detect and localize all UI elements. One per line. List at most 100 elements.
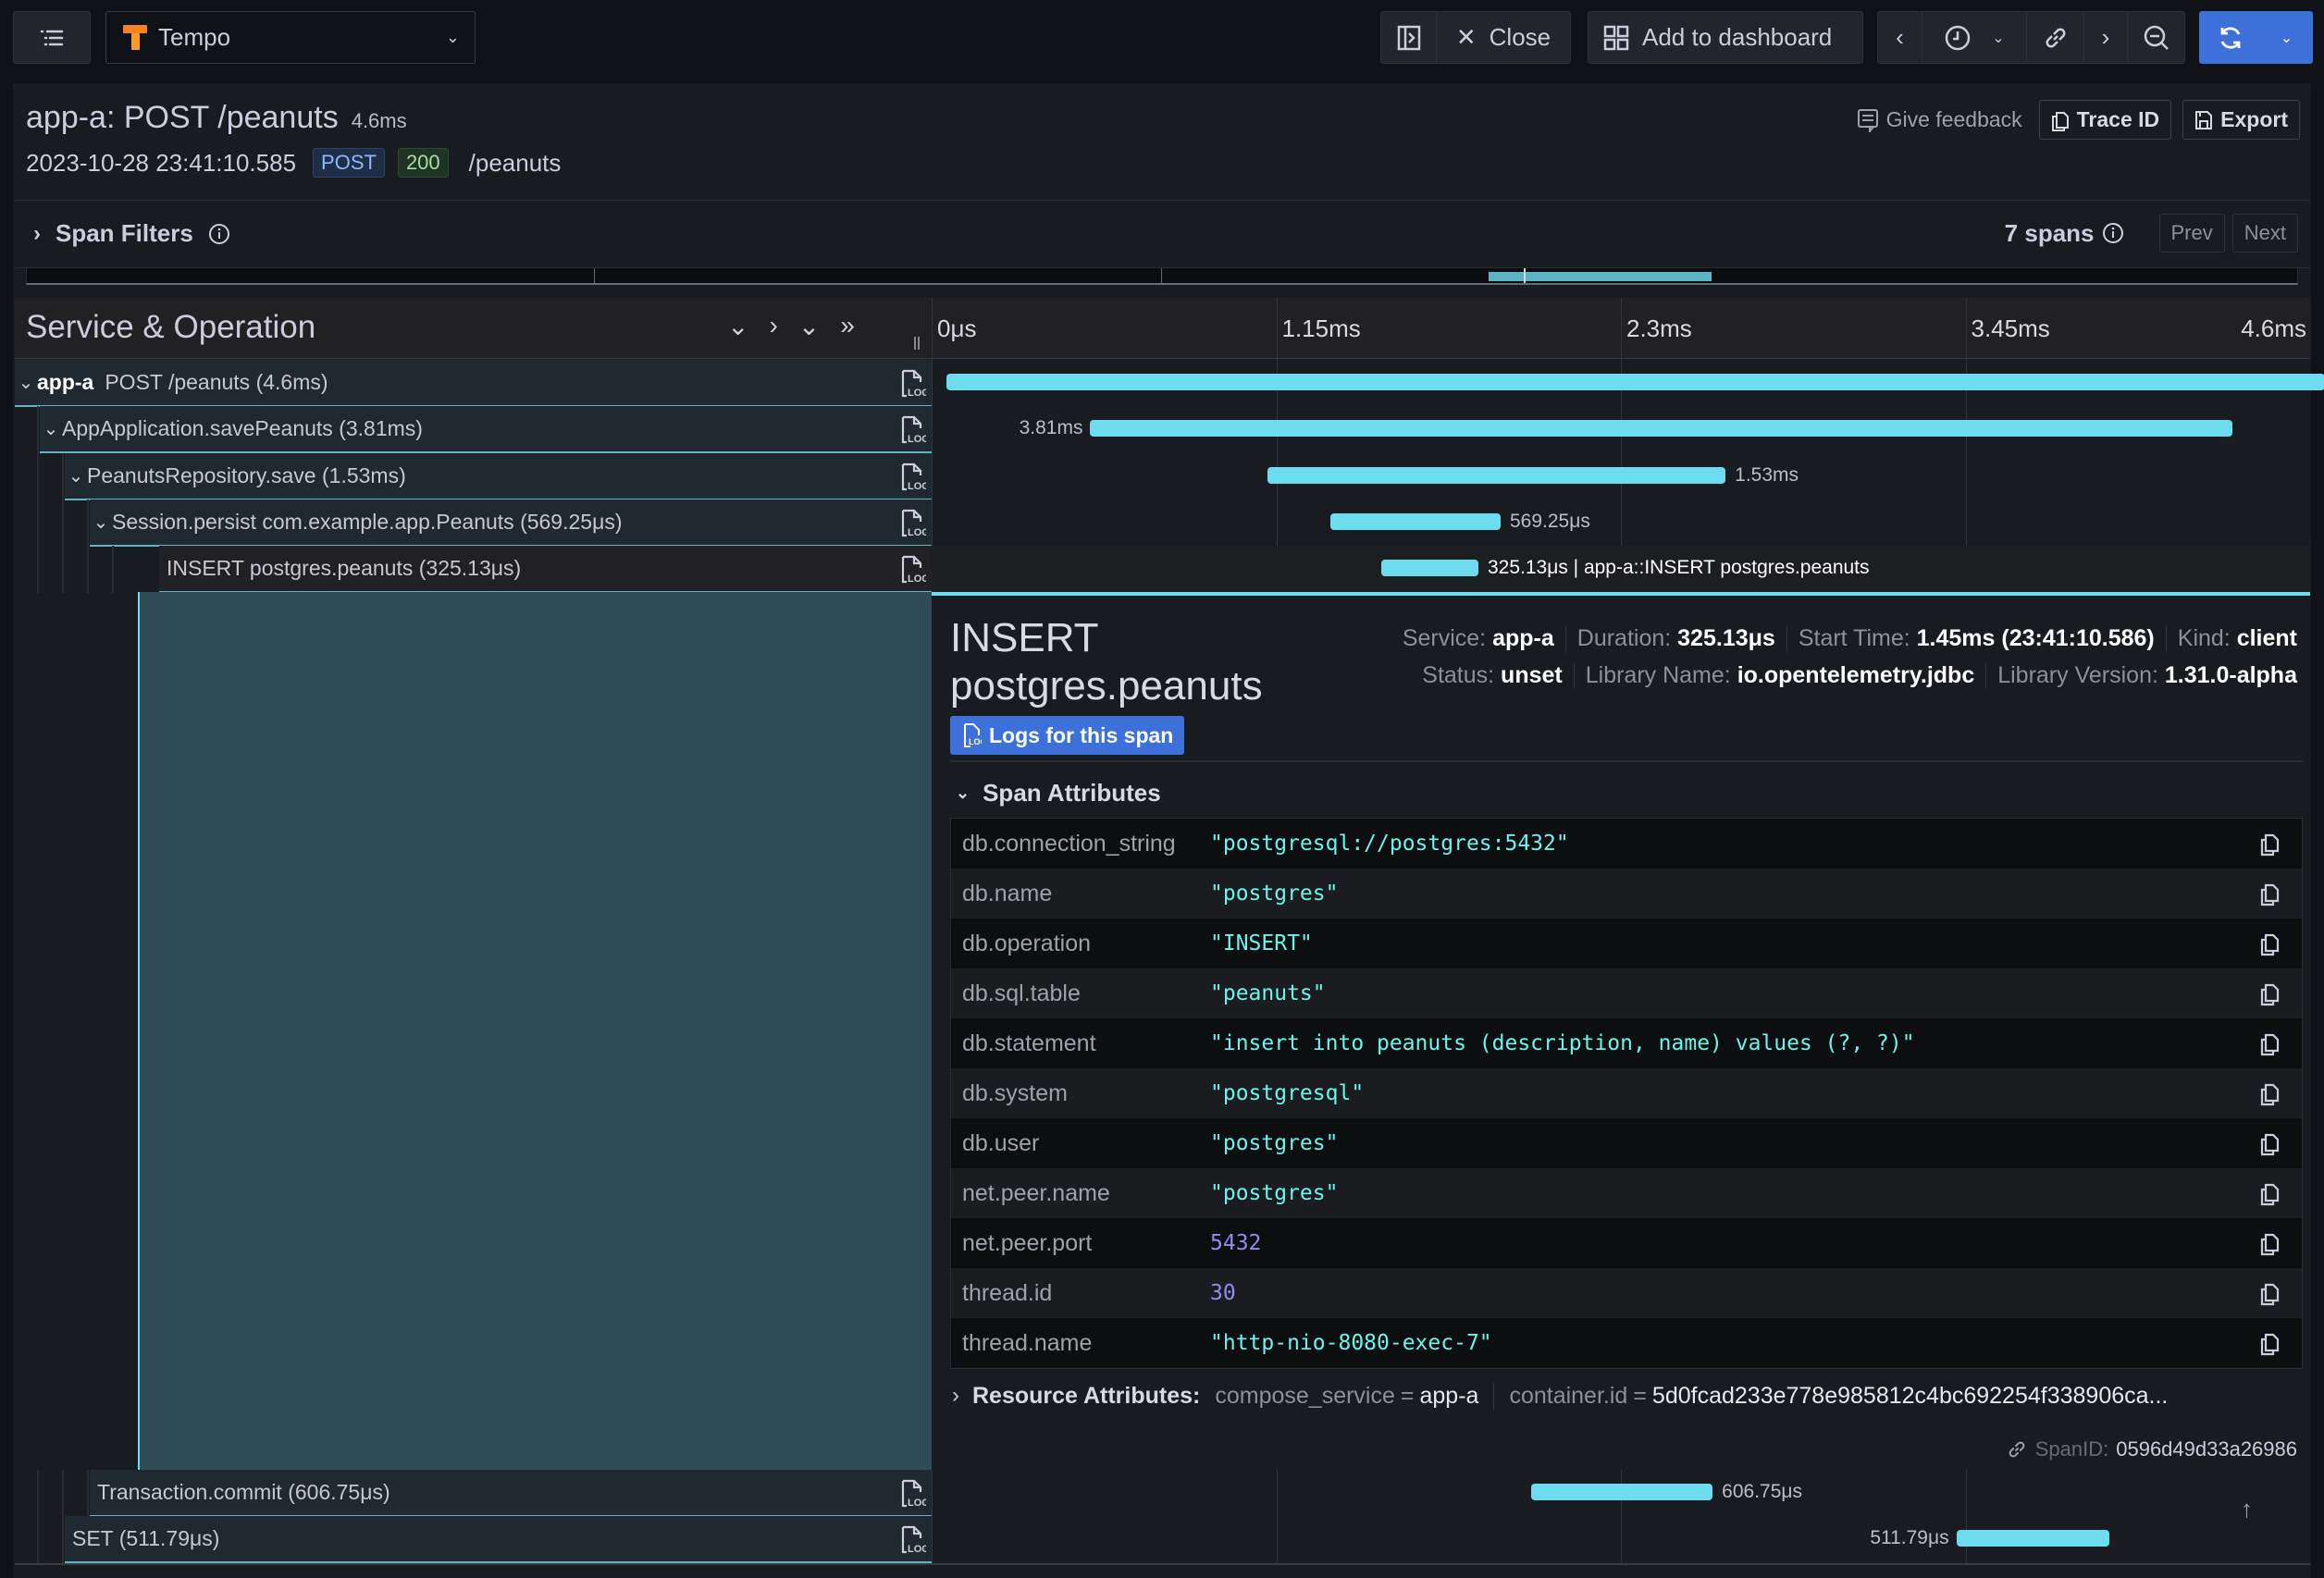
refresh-button[interactable]: [2200, 12, 2261, 63]
zoom-out-button[interactable]: [2128, 12, 2184, 63]
divider: [1786, 626, 1787, 653]
indent-guide: [37, 499, 39, 547]
datasource-picker[interactable]: Tempo ⌄: [105, 11, 476, 64]
copy-icon[interactable]: [2259, 1032, 2280, 1056]
minimap-cursor[interactable]: [1523, 268, 1526, 283]
span-row-label[interactable]: ⌄ PeanutsRepository.save (1.53ms) LOG: [65, 453, 932, 500]
span-bar[interactable]: [1329, 513, 1501, 530]
trace-id-button[interactable]: Trace ID: [2038, 100, 2172, 140]
collapse-all-button[interactable]: ⌄: [798, 311, 820, 341]
divider: [950, 760, 2303, 762]
span-bar[interactable]: [1530, 1484, 1713, 1500]
log-icon[interactable]: LOG: [898, 414, 926, 446]
span-bar[interactable]: [1090, 420, 2232, 437]
span-bar[interactable]: [1380, 560, 1478, 576]
span-row[interactable]: Transaction.commit (606.75μs) LOG 606.75μs: [15, 1470, 2310, 1517]
split-view-button[interactable]: [1381, 12, 1437, 63]
span-filters-toggle[interactable]: › Span Filters: [33, 219, 230, 248]
span-timeline[interactable]: 511.79μs: [932, 1516, 2310, 1563]
span-timeline[interactable]: 1.53ms: [932, 453, 2310, 500]
copy-icon[interactable]: [2259, 882, 2280, 906]
next-match-button[interactable]: Next: [2231, 214, 2298, 253]
chevron-down-icon[interactable]: ⌄: [40, 417, 62, 440]
span-detail-indent: [138, 592, 932, 1470]
logs-for-span-button[interactable]: LOG Logs for this span: [950, 716, 1185, 755]
copy-icon[interactable]: [2259, 1132, 2280, 1156]
resource-attributes-toggle[interactable]: › Resource Attributes: compose_service =…: [952, 1382, 2168, 1410]
copy-link-button[interactable]: [2027, 12, 2084, 63]
attribute-key: net.peer.port: [962, 1229, 1093, 1256]
attribute-row: thread.id 30: [951, 1268, 2302, 1318]
svg-text:LOG: LOG: [969, 737, 982, 746]
span-row-label[interactable]: ⌄ app-a POST /peanuts (4.6ms) LOG: [15, 360, 932, 407]
log-icon[interactable]: LOG: [898, 1478, 926, 1510]
span-row[interactable]: SET (511.79μs) LOG 511.79μs: [15, 1516, 2310, 1563]
copy-icon[interactable]: [2259, 1232, 2280, 1256]
span-row[interactable]: ⌄ AppApplication.savePeanuts (3.81ms) LOG 3…: [15, 406, 2310, 453]
prev-match-button[interactable]: Prev: [2158, 214, 2225, 253]
give-feedback-link[interactable]: Give feedback: [1857, 107, 2022, 132]
span-timeline[interactable]: [932, 360, 2324, 407]
span-id-value: 0596d49d33a26986: [2116, 1437, 2297, 1461]
span-row-label[interactable]: ⌄ Session.persist com.example.app.Peanuts…: [90, 499, 932, 547]
meta-key: Library Version:: [1997, 662, 2165, 688]
span-timeline[interactable]: 569.25μs: [932, 499, 2310, 547]
time-back-button[interactable]: ‹: [1878, 12, 1922, 63]
span-bar[interactable]: [1267, 467, 1726, 484]
span-timeline[interactable]: 3.81ms: [932, 406, 2310, 453]
chevron-down-icon[interactable]: ⌄: [90, 511, 112, 534]
log-icon[interactable]: LOG: [898, 368, 926, 400]
log-icon[interactable]: LOG: [898, 1524, 926, 1556]
span-row[interactable]: ⌄ app-a POST /peanuts (4.6ms) LOG: [15, 360, 2324, 407]
export-button[interactable]: Export: [2182, 100, 2300, 140]
chevron-right-icon: ›: [952, 1383, 959, 1408]
copy-icon[interactable]: [2259, 1332, 2280, 1356]
log-icon[interactable]: LOG: [898, 462, 926, 493]
http-status-badge: 200: [397, 148, 449, 178]
span-row-label[interactable]: INSERT postgres.peanuts (325.13μs) LOG: [159, 546, 932, 593]
meta-value: 1.31.0-alpha: [2164, 662, 2297, 688]
log-icon[interactable]: LOG: [898, 554, 926, 586]
meta-key: Library Name:: [1585, 662, 1737, 688]
collapse-one-button[interactable]: ⌄: [727, 311, 748, 341]
tick-label: 3.45ms: [1971, 314, 2050, 342]
span-row[interactable]: ⌄ PeanutsRepository.save (1.53ms) LOG 1.53m…: [15, 453, 2310, 500]
span-bar[interactable]: [946, 374, 2324, 390]
indent-guide: [62, 1516, 64, 1563]
minimap-viewport[interactable]: [1489, 272, 1712, 281]
span-id-link[interactable]: SpanID: 0596d49d33a26986: [2006, 1437, 2297, 1461]
attribute-value: "postgres": [1210, 1131, 1339, 1155]
chevron-down-icon[interactable]: ⌄: [65, 464, 87, 487]
expand-all-button[interactable]: »: [840, 311, 855, 341]
chevron-down-icon: ⌄: [2280, 30, 2293, 46]
chevron-down-icon[interactable]: ⌄: [15, 371, 37, 394]
refresh-interval-dropdown[interactable]: ⌄: [2261, 12, 2312, 63]
span-row-label[interactable]: SET (511.79μs) LOG: [65, 1516, 932, 1563]
copy-icon[interactable]: [2259, 1082, 2280, 1106]
span-row-label[interactable]: ⌄ AppApplication.savePeanuts (3.81ms) LOG: [40, 406, 932, 453]
log-icon[interactable]: LOG: [898, 508, 926, 539]
time-forward-button[interactable]: ›: [2084, 12, 2128, 63]
add-to-dashboard-button[interactable]: Add to dashboard: [1588, 11, 1863, 64]
span-row[interactable]: ⌄ Session.persist com.example.app.Peanuts…: [15, 499, 2310, 547]
svg-text:LOG: LOG: [908, 1498, 926, 1509]
scroll-to-top-button[interactable]: ↑: [2241, 1495, 2253, 1523]
span-row[interactable]: INSERT postgres.peanuts (325.13μs) LOG 325…: [15, 546, 2310, 593]
copy-icon[interactable]: [2259, 1182, 2280, 1206]
copy-icon[interactable]: [2259, 982, 2280, 1006]
span-timeline[interactable]: 606.75μs: [932, 1470, 2310, 1517]
span-bar[interactable]: [1956, 1530, 2110, 1547]
span-detail-panel: INSERT postgres.peanuts Service: app-a Du…: [932, 592, 2310, 1470]
menu-button[interactable]: [13, 11, 91, 64]
close-button[interactable]: ✕ Close: [1437, 12, 1570, 63]
time-picker-button[interactable]: ⌄: [1922, 12, 2027, 63]
trace-minimap[interactable]: [26, 268, 2298, 285]
span-timeline[interactable]: 325.13μs | app-a::INSERT postgres.peanut…: [932, 546, 2310, 593]
span-attributes-toggle[interactable]: ⌄ Span Attributes: [956, 779, 1161, 807]
expand-one-button[interactable]: ›: [769, 311, 777, 341]
copy-icon[interactable]: [2259, 932, 2280, 956]
copy-icon[interactable]: [2259, 832, 2280, 857]
copy-icon[interactable]: [2259, 1282, 2280, 1306]
span-row-label[interactable]: Transaction.commit (606.75μs) LOG: [90, 1470, 932, 1517]
column-resize-handle[interactable]: [914, 337, 920, 350]
